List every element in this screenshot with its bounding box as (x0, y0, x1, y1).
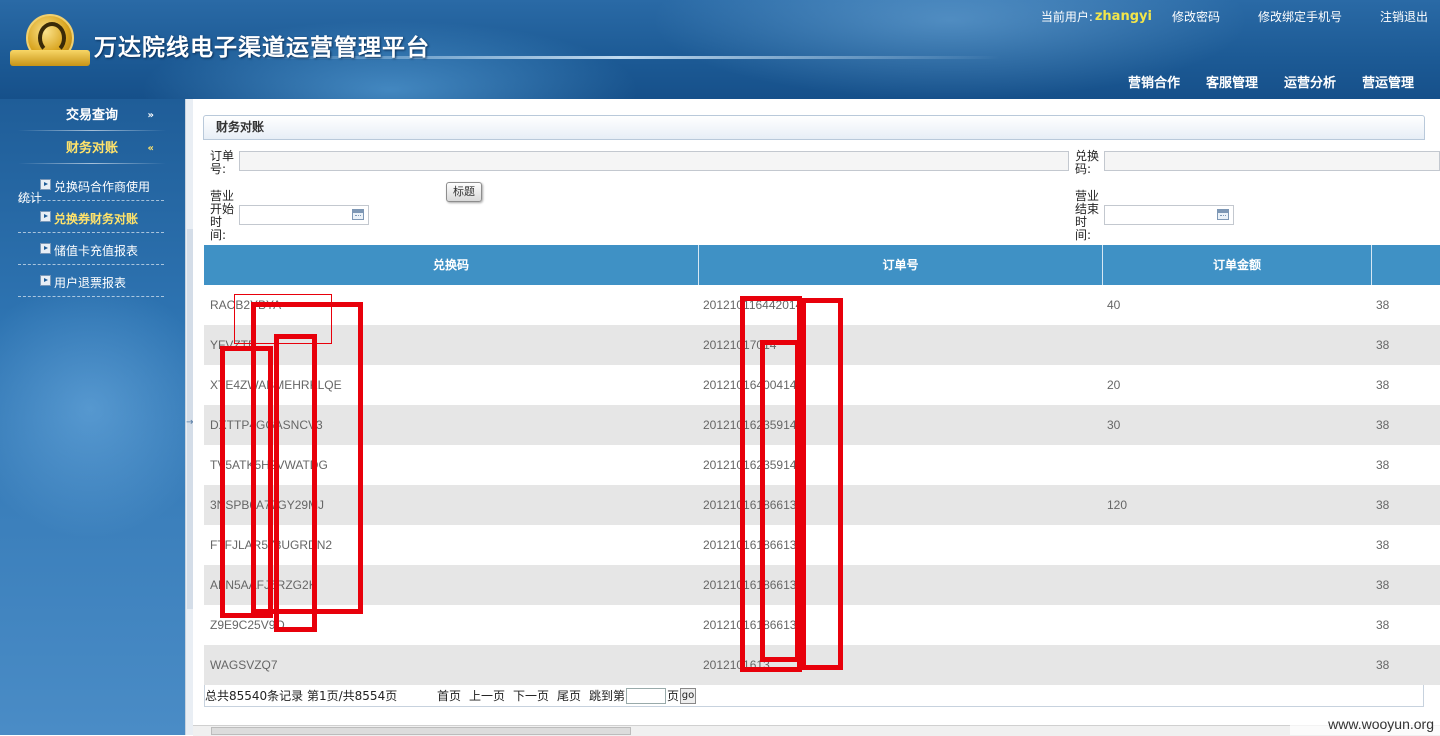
cell-extra: 38 (1376, 618, 1390, 632)
pager-summary: 总共85540条记录 第1页/共8554页 (205, 689, 398, 703)
watermark: www.wooyun.org (1290, 713, 1440, 735)
chevron-down-icon: » (147, 110, 154, 121)
pager-jump-label: 跳到第 (589, 689, 626, 703)
sidebar-item-label: 用户退票报表 (54, 276, 127, 290)
pager-page-unit: 页 (667, 689, 680, 703)
panel-title: 财务对账 (216, 120, 265, 134)
sidebar-item-stored-value-report[interactable]: 储值卡充值报表 (18, 233, 164, 265)
redeem-code-input[interactable] (1104, 151, 1440, 171)
cell-extra: 38 (1376, 538, 1390, 552)
panel-title-bar: 财务对账 (203, 115, 1425, 140)
order-no-label: 订单号: (210, 149, 235, 176)
end-date-input[interactable] (1104, 205, 1234, 225)
pager-first[interactable]: 首页 (437, 685, 461, 707)
redaction-mark (274, 334, 317, 632)
top-header: 万达院线电子渠道运营管理平台 当前用户: zhangyi 修改密码 修改绑定手机… (0, 0, 1440, 99)
redaction-mark (760, 340, 800, 662)
col-order-no[interactable]: 订单号 (699, 245, 1102, 285)
pager-next[interactable]: 下一页 (513, 685, 549, 707)
cell-extra: 38 (1376, 498, 1390, 512)
start-date-input[interactable] (239, 205, 369, 225)
pager-prev[interactable]: 上一页 (469, 685, 505, 707)
platform-title: 万达院线电子渠道运营管理平台 (94, 34, 430, 61)
calendar-icon[interactable] (352, 209, 364, 220)
cell-extra: 38 (1376, 338, 1390, 352)
cell-extra: 38 (1376, 658, 1390, 672)
change-phone-link[interactable]: 修改绑定手机号 (1258, 8, 1342, 25)
table-header: 兑换码 订单号 订单金额 (204, 245, 1440, 285)
section-label: 财务对账 (66, 141, 119, 156)
change-password-link[interactable]: 修改密码 (1172, 8, 1220, 25)
sidebar-item-refund-report[interactable]: 用户退票报表 (18, 265, 164, 297)
user-bar: 当前用户: zhangyi 修改密码 修改绑定手机号 注销退出 (1041, 8, 1428, 25)
redeem-code-label: 兑换码: (1075, 149, 1100, 176)
nav-customer-service[interactable]: 客服管理 (1206, 72, 1258, 91)
cell-redeem-code: WAGSVZQ7 (210, 658, 278, 672)
nav-marketing[interactable]: 营销合作 (1128, 72, 1180, 91)
nav-operations-analysis[interactable]: 运营分析 (1284, 72, 1336, 91)
current-user-label: 当前用户: (1040, 10, 1093, 24)
nav-operations-management[interactable]: 营运管理 (1362, 72, 1414, 91)
divider (18, 163, 166, 164)
cell-order-amount: 40 (1107, 298, 1121, 312)
cell-order-amount: 30 (1107, 418, 1121, 432)
divider (18, 130, 166, 131)
wanda-logo (10, 12, 90, 72)
cell-extra: 38 (1376, 298, 1390, 312)
arrow-bullet-icon (40, 243, 51, 254)
cell-order-amount: 20 (1107, 378, 1121, 392)
redaction-mark (220, 346, 273, 618)
arrow-bullet-icon (40, 211, 51, 222)
cell-extra: 38 (1376, 458, 1390, 472)
title-button[interactable]: 标题 (446, 182, 482, 202)
sidebar-glow (0, 279, 185, 539)
section-label: 交易查询 (66, 108, 119, 123)
sidebar-section-finance-reconcile[interactable]: 财务对账 « (18, 134, 166, 164)
redaction-mark (801, 298, 843, 670)
sidebar-item-label: 储值卡充值报表 (54, 244, 139, 258)
logout-link[interactable]: 注销退出 (1380, 8, 1428, 25)
username: zhangyi (1094, 9, 1152, 24)
chevron-up-icon: « (147, 143, 154, 154)
arrow-bullet-icon (40, 275, 51, 286)
sidebar-item-redeem-partner-usage[interactable]: 兑换码合作商使用 统计 (18, 169, 164, 205)
pager-last[interactable]: 尾页 (557, 685, 581, 707)
page-number-input[interactable] (626, 688, 666, 704)
pagination: 总共85540条记录 第1页/共8554页 首页 上一页 下一页 尾页 跳到第 … (204, 685, 1424, 707)
col-order-amount[interactable]: 订单金额 (1103, 245, 1371, 285)
cell-extra: 38 (1376, 378, 1390, 392)
cell-order-amount: 120 (1107, 498, 1128, 512)
cell-extra: 38 (1376, 578, 1390, 592)
sidebar-item-label: 兑换码合作商使用 (54, 180, 151, 194)
scrollbar-thumb[interactable] (211, 727, 631, 735)
cell-extra: 38 (1376, 418, 1390, 432)
order-no-input[interactable] (239, 151, 1069, 171)
go-button[interactable]: go (680, 688, 696, 704)
sidebar-section-transaction-query[interactable]: 交易查询 » (18, 101, 166, 131)
col-extra[interactable] (1372, 245, 1440, 285)
sidebar-item-label: 兑换券财务对账 (54, 212, 139, 226)
calendar-icon[interactable] (1217, 209, 1229, 220)
start-time-label: 营业开始时间: (210, 189, 235, 242)
logo-banner (10, 50, 90, 66)
sidebar: 交易查询 » 财务对账 « 兑换码合作商使用 统计 兑换券财务对账 储值卡充值报… (0, 99, 185, 735)
main-nav: 营销合作 客服管理 运营分析 营运管理 (1102, 72, 1414, 91)
col-redeem-code[interactable]: 兑换码 (204, 245, 698, 285)
horizontal-scrollbar[interactable] (193, 725, 1440, 736)
end-time-label: 营业结束时间: (1075, 189, 1100, 242)
sidebar-item-voucher-reconcile[interactable]: 兑换券财务对账 (18, 201, 164, 233)
